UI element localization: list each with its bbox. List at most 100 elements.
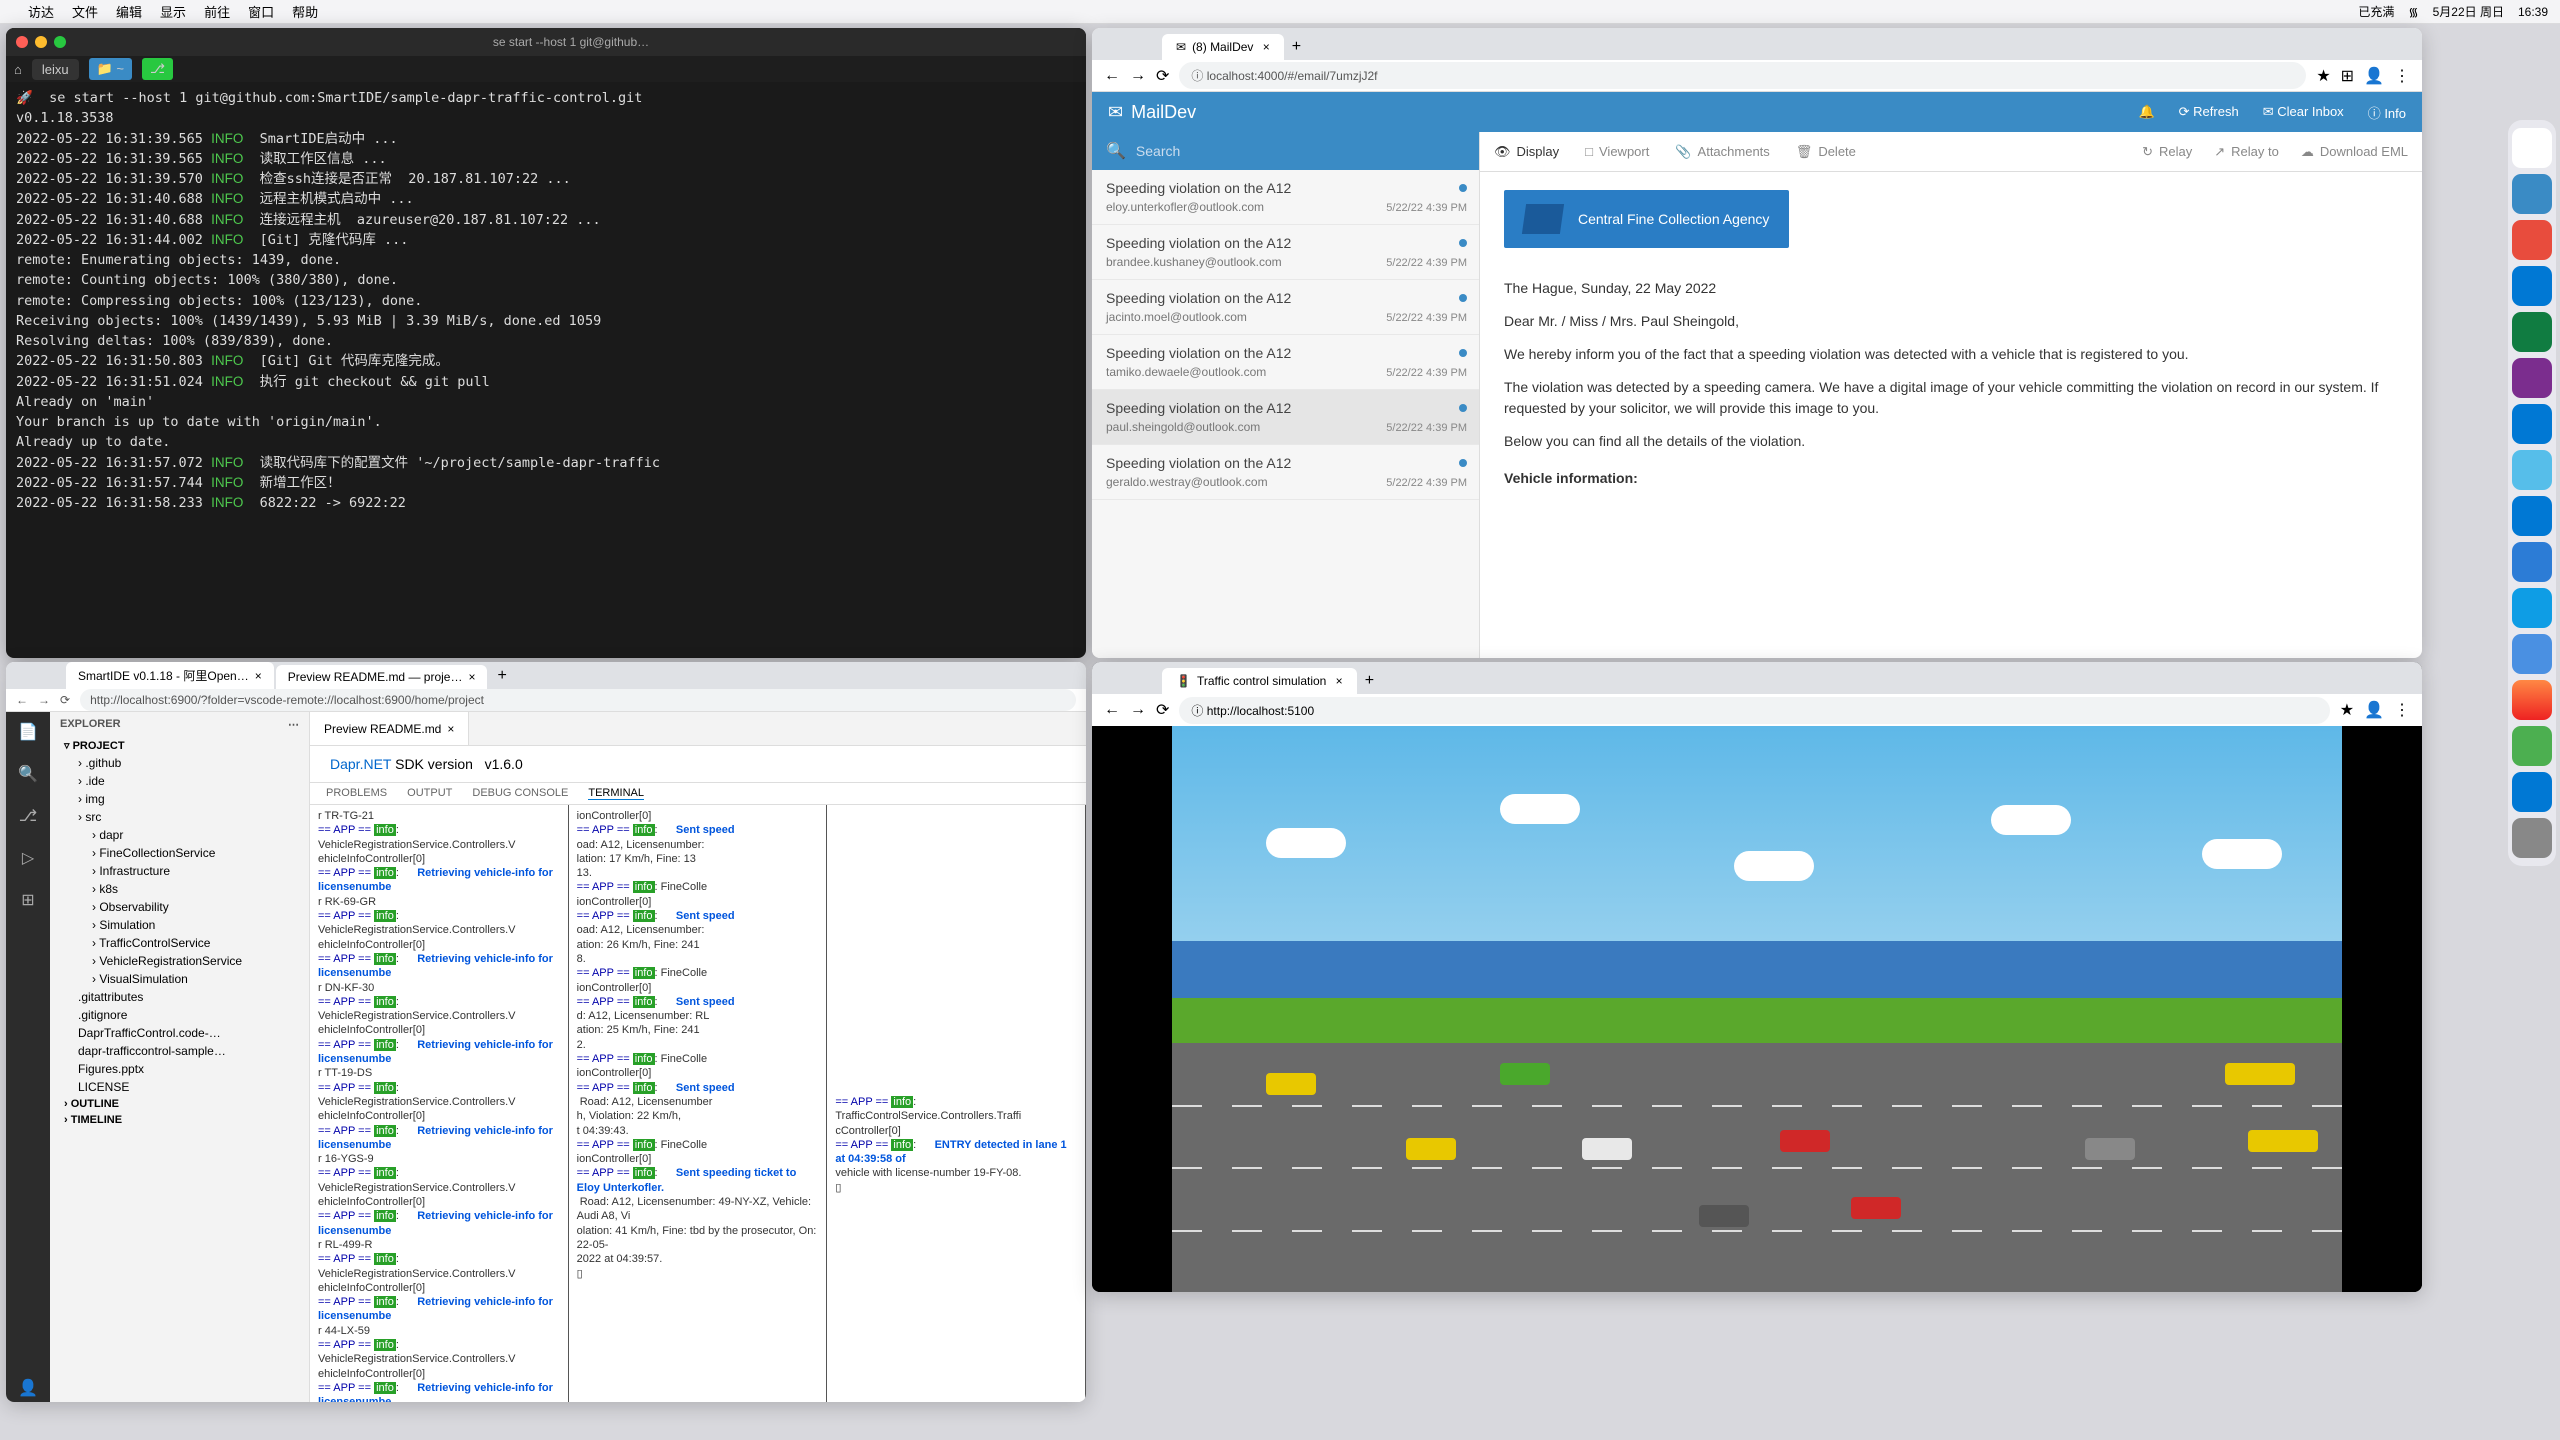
tree-file[interactable]: LICENSE	[50, 1078, 309, 1096]
tree-folder[interactable]: › Infrastructure	[50, 862, 309, 880]
tab-attachments[interactable]: 📎 Attachments	[1675, 144, 1769, 160]
mail-item[interactable]: Speeding violation on the A12geraldo.wes…	[1092, 445, 1479, 500]
ext-icon[interactable]: ★	[2316, 66, 2330, 86]
tree-file[interactable]: .gitignore	[50, 1006, 309, 1024]
extensions-icon[interactable]: ⊞	[16, 888, 40, 912]
menu-icon[interactable]: ⋮	[2394, 700, 2410, 720]
tree-folder[interactable]: › VisualSimulation	[50, 970, 309, 988]
menu-help[interactable]: 帮助	[292, 2, 318, 21]
new-tab-icon[interactable]: +	[489, 663, 514, 689]
status-time[interactable]: 16:39	[2518, 5, 2548, 19]
tree-folder[interactable]: › FineCollectionService	[50, 844, 309, 862]
refresh-button[interactable]: ⟳ Refresh	[2179, 104, 2239, 120]
menu-view[interactable]: 显示	[160, 2, 186, 21]
status-date[interactable]: 5月22日 周日	[2433, 3, 2504, 20]
dock-item[interactable]	[2512, 588, 2552, 628]
tree-folder[interactable]: › .github	[50, 754, 309, 772]
dock-item[interactable]	[2512, 312, 2552, 352]
dock-item[interactable]	[2512, 358, 2552, 398]
menu-icon[interactable]: ⋮	[2394, 66, 2410, 86]
avatar-icon[interactable]: 👤	[2364, 700, 2384, 720]
tree-file[interactable]: dapr-trafficcontrol-sample…	[50, 1042, 309, 1060]
home-icon[interactable]: ⌂	[14, 62, 22, 77]
ext-icon[interactable]: ★	[2340, 700, 2354, 720]
close-icon[interactable]	[16, 36, 28, 48]
tree-file[interactable]: .gitattributes	[50, 988, 309, 1006]
dock-item[interactable]	[2512, 772, 2552, 812]
bell-icon[interactable]: 🔔	[2138, 104, 2154, 120]
debug-icon[interactable]: ▷	[16, 846, 40, 870]
tree-folder[interactable]: › src	[50, 808, 309, 826]
editor-tab[interactable]: Preview README.md ×	[310, 712, 469, 745]
url-input[interactable]: ⓘ localhost:4000/#/email/7umzjJ2f	[1179, 62, 2306, 89]
tab-terminal[interactable]: TERMINAL	[588, 787, 644, 800]
relay-button[interactable]: ↻ Relay	[2142, 144, 2192, 160]
tree-folder[interactable]: › k8s	[50, 880, 309, 898]
explorer-icon[interactable]: 📄	[16, 720, 40, 744]
project-section[interactable]: ▿ PROJECT	[50, 737, 309, 754]
tab-problems[interactable]: PROBLEMS	[326, 787, 387, 800]
url-input[interactable]: http://localhost:6900/?folder=vscode-rem…	[80, 689, 1076, 711]
clear-inbox-button[interactable]: ✉ Clear Inbox	[2263, 104, 2344, 120]
menu-app[interactable]: 访达	[28, 2, 54, 21]
delete-button[interactable]: 🗑 Delete	[1796, 144, 1856, 160]
info-button[interactable]: ⓘ Info	[2368, 103, 2406, 122]
mail-item[interactable]: Speeding violation on the A12tamiko.dewa…	[1092, 335, 1479, 390]
dock-item[interactable]	[2512, 450, 2552, 490]
browser-tab[interactable]: 🚦 Traffic control simulation ×	[1162, 668, 1357, 694]
tree-folder[interactable]: › img	[50, 790, 309, 808]
download-button[interactable]: ☁ Download EML	[2301, 144, 2408, 160]
dock-item[interactable]	[2512, 128, 2552, 168]
ext-icon[interactable]: ⊞	[2341, 66, 2354, 86]
game-canvas[interactable]	[1092, 726, 2422, 1292]
dock-item[interactable]	[2512, 220, 2552, 260]
tree-folder[interactable]: › TrafficControlService	[50, 934, 309, 952]
menu-go[interactable]: 前往	[204, 2, 230, 21]
tree-file[interactable]: Figures.pptx	[50, 1060, 309, 1078]
terminal-tab-user[interactable]: leixu	[32, 59, 79, 80]
terminal-panes[interactable]: r TR-TG-21 == APP == info: VehicleRegist…	[310, 805, 1086, 1402]
dock-item[interactable]	[2512, 174, 2552, 214]
dock-item[interactable]	[2512, 496, 2552, 536]
mail-item[interactable]: Speeding violation on the A12eloy.unterk…	[1092, 170, 1479, 225]
menu-window[interactable]: 窗口	[248, 2, 274, 21]
dock-item[interactable]	[2512, 634, 2552, 674]
back-icon[interactable]: ←	[16, 693, 28, 707]
tree-folder[interactable]: › VehicleRegistrationService	[50, 952, 309, 970]
relay-to-button[interactable]: ↗ Relay to	[2214, 144, 2279, 160]
tab-display[interactable]: 👁 Display	[1494, 144, 1559, 160]
dock-item[interactable]	[2512, 266, 2552, 306]
terminal-output[interactable]: 🚀 se start --host 1 git@github.com:Smart…	[6, 82, 1086, 519]
reload-icon[interactable]: ⟳	[60, 693, 70, 707]
browser-tab[interactable]: Preview README.md — proje… ×	[276, 665, 488, 689]
search-icon[interactable]: 🔍	[16, 762, 40, 786]
dock-item[interactable]	[2512, 680, 2552, 720]
reload-icon[interactable]: ⟳	[1156, 66, 1169, 86]
outline-section[interactable]: › OUTLINE	[50, 1096, 309, 1112]
wifi-icon[interactable]: ᯾	[2408, 3, 2418, 20]
tree-folder[interactable]: › Simulation	[50, 916, 309, 934]
tab-viewport[interactable]: □ Viewport	[1585, 144, 1649, 159]
terminal-titlebar[interactable]: se start --host 1 git@github…	[6, 28, 1086, 56]
browser-tab[interactable]: SmartIDE v0.1.18 - 阿里Open… ×	[66, 662, 274, 689]
reload-icon[interactable]: ⟳	[1156, 700, 1169, 720]
source-control-icon[interactable]: ⎇	[16, 804, 40, 828]
dock-item[interactable]	[2512, 542, 2552, 582]
mail-item[interactable]: Speeding violation on the A12paul.sheing…	[1092, 390, 1479, 445]
dock-item[interactable]	[2512, 726, 2552, 766]
dock-item[interactable]	[2512, 404, 2552, 444]
dock-item[interactable]	[2512, 818, 2552, 858]
account-icon[interactable]: 👤	[16, 1376, 40, 1400]
url-input[interactable]: ⓘ http://localhost:5100	[1179, 697, 2329, 724]
new-tab-icon[interactable]: +	[1284, 34, 1309, 60]
status-battery[interactable]: 已充满	[2358, 3, 2394, 20]
tree-file[interactable]: DaprTrafficControl.code-…	[50, 1024, 309, 1042]
tree-folder[interactable]: › Observability	[50, 898, 309, 916]
search-input[interactable]	[1136, 143, 1465, 159]
menu-edit[interactable]: 编辑	[116, 2, 142, 21]
mail-item[interactable]: Speeding violation on the A12brandee.kus…	[1092, 225, 1479, 280]
tab-output[interactable]: OUTPUT	[407, 787, 452, 800]
tree-folder[interactable]: › dapr	[50, 826, 309, 844]
tree-folder[interactable]: › .ide	[50, 772, 309, 790]
folder-icon[interactable]: 📁 ~	[89, 58, 132, 80]
